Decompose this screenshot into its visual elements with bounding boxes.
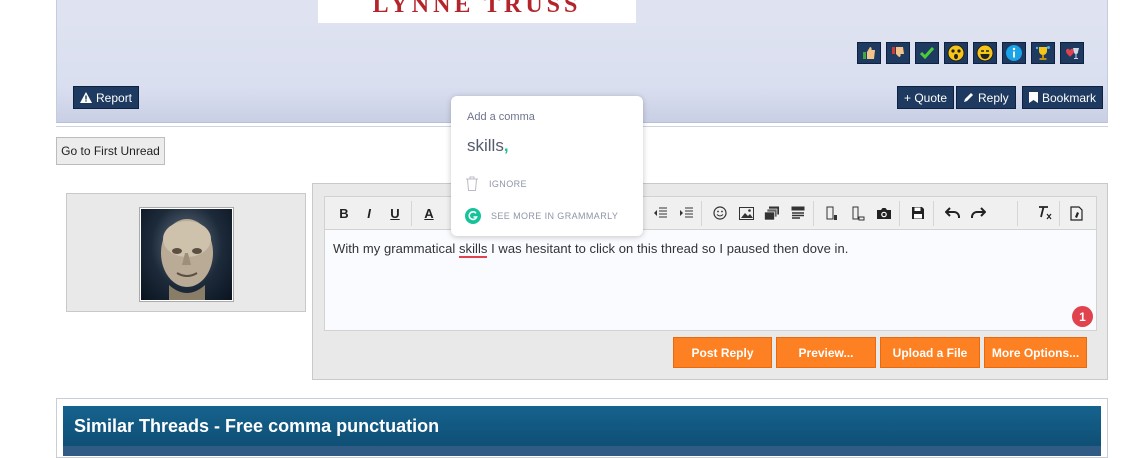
font-color-button[interactable]: A [418,202,440,224]
reply-label: Reply [978,90,1009,105]
report-label: Report [96,90,133,105]
gallery-icon[interactable] [761,202,783,224]
bookmark-label: Bookmark [1042,90,1097,105]
suggestion-word: skills [467,136,504,155]
template-icon[interactable] [787,202,809,224]
check-icon[interactable] [915,42,939,64]
warning-icon [80,92,92,103]
see-more-label: SEE MORE IN GRAMMARLY [491,211,619,221]
remove-format-icon[interactable] [1034,202,1056,224]
bookmark-button[interactable]: Bookmark [1022,86,1104,109]
bold-button[interactable]: B [333,202,355,224]
upload-file-button[interactable]: Upload a File [880,337,980,368]
thumbs-up-icon[interactable] [857,42,881,64]
toolbar-separator [1059,201,1060,226]
insert-row-icon[interactable] [847,202,869,224]
shocked-face-icon[interactable] [944,42,968,64]
avatar[interactable] [140,208,233,301]
ignore-label: IGNORE [489,179,527,189]
outdent-icon[interactable] [649,202,671,224]
quick-reply-panel: B I U A With my grammatical skills I was… [312,183,1108,380]
laughing-face-icon[interactable] [973,42,997,64]
go-to-first-unread-button[interactable]: Go to First Unread [56,137,165,165]
smiley-icon[interactable] [709,202,731,224]
trophy-icon[interactable] [1031,42,1055,64]
report-button[interactable]: Report [73,86,140,109]
text-after: I was hesitant to click on this thread s… [487,241,849,256]
pencil-icon [964,93,973,102]
undo-icon[interactable] [941,202,963,224]
ignore-button[interactable]: IGNORE [465,176,527,192]
reply-button[interactable]: Reply [956,86,1016,109]
italic-button[interactable]: I [358,202,380,224]
book-cover-image: LYNNE TRUSS [318,0,636,23]
post-reply-button[interactable]: Post Reply [673,337,772,368]
editor-toolbar: B I U A [324,196,1097,229]
info-icon[interactable] [1002,42,1026,64]
toolbar-separator [1017,201,1018,226]
grammarly-count-badge[interactable]: 1 [1072,306,1093,327]
suggestion-punct: , [503,136,509,155]
toolbar-separator [899,201,900,226]
flagged-word[interactable]: skills [458,241,488,258]
quote-button[interactable]: + Quote [897,86,955,109]
similar-threads-title: Similar Threads - Free comma punctuation [63,406,1101,446]
underline-button[interactable]: U [384,202,406,224]
message-text: With my grammatical skills I was hesitan… [333,241,849,258]
toolbar-separator [813,201,814,226]
text-before: With my grammatical [333,241,459,256]
grammarly-logo-icon [465,208,481,224]
camera-icon[interactable] [873,202,895,224]
thumbs-down-icon[interactable] [886,42,910,64]
user-panel [66,193,306,312]
similar-threads-section: Similar Threads - Free comma punctuation [56,398,1108,458]
message-editor[interactable]: With my grammatical skills I was hesitan… [324,229,1097,331]
redo-icon[interactable] [967,202,989,224]
book-author: LYNNE TRUSS [372,0,582,18]
bookmark-icon [1029,92,1038,103]
reaction-bar [857,42,1084,64]
quote-label: + Quote [904,90,948,105]
toolbar-separator [411,201,412,226]
image-icon[interactable] [735,202,757,224]
similar-threads-subheader [63,446,1101,456]
more-options-button[interactable]: More Options... [984,337,1087,368]
grammarly-suggestion-popup: Add a comma skills, IGNORE SEE MORE IN G… [451,96,643,236]
toolbar-separator [701,201,702,226]
insert-column-icon[interactable] [821,202,843,224]
suggestion-replacement[interactable]: skills, [467,136,509,156]
preview-button[interactable]: Preview... [776,337,876,368]
toolbar-separator [933,201,934,226]
statue-head-image [161,219,213,300]
save-draft-icon[interactable] [907,202,929,224]
indent-icon[interactable] [675,202,697,224]
toggle-bbcode-icon[interactable] [1066,202,1088,224]
trash-icon [466,176,478,191]
see-more-grammarly-button[interactable]: SEE MORE IN GRAMMARLY [465,208,618,224]
suggestion-title: Add a comma [467,111,535,123]
heart-wine-icon[interactable] [1060,42,1084,64]
